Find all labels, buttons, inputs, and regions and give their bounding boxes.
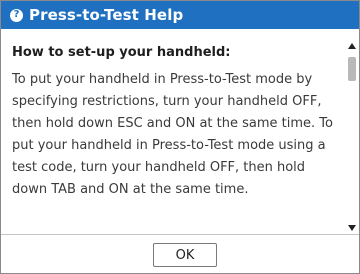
- help-heading: How to set-up your handheld:: [12, 45, 231, 60]
- help-text: How to set-up your handheld: To put your…: [12, 44, 338, 201]
- scroll-up-arrow-icon[interactable]: [348, 43, 356, 49]
- help-content-area[interactable]: How to set-up your handheld: To put your…: [1, 29, 359, 235]
- help-paragraph: To put your handheld in Press-to-Test mo…: [12, 72, 333, 197]
- title-bar: ? Press-to-Test Help: [1, 1, 359, 29]
- ok-button[interactable]: OK: [153, 243, 217, 267]
- scroll-thumb[interactable]: [348, 57, 356, 81]
- dialog-title: Press-to-Test Help: [29, 6, 184, 24]
- scroll-down-arrow-icon[interactable]: [348, 225, 356, 231]
- question-mark-icon: ?: [10, 8, 23, 22]
- vertical-scrollbar[interactable]: [347, 43, 357, 231]
- help-dialog: ? Press-to-Test Help How to set-up your …: [0, 0, 360, 274]
- dialog-footer: OK: [1, 235, 359, 273]
